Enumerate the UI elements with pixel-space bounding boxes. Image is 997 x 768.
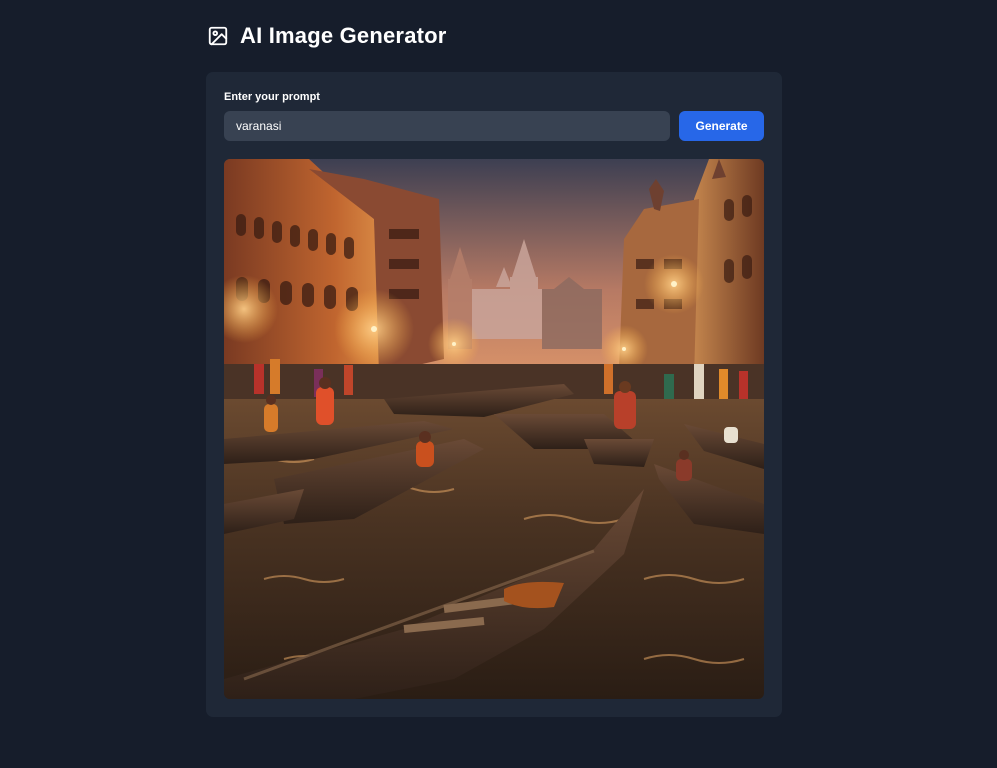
generated-image (224, 159, 764, 699)
generator-card: Enter your prompt Generate (206, 72, 782, 717)
image-icon (206, 24, 230, 48)
app-header: AI Image Generator (206, 20, 447, 52)
prompt-label: Enter your prompt (224, 91, 320, 103)
app-page: AI Image Generator Enter your prompt Gen… (0, 0, 997, 768)
page-title: AI Image Generator (240, 23, 447, 48)
prompt-input[interactable] (224, 111, 670, 141)
generate-button[interactable]: Generate (679, 111, 764, 141)
